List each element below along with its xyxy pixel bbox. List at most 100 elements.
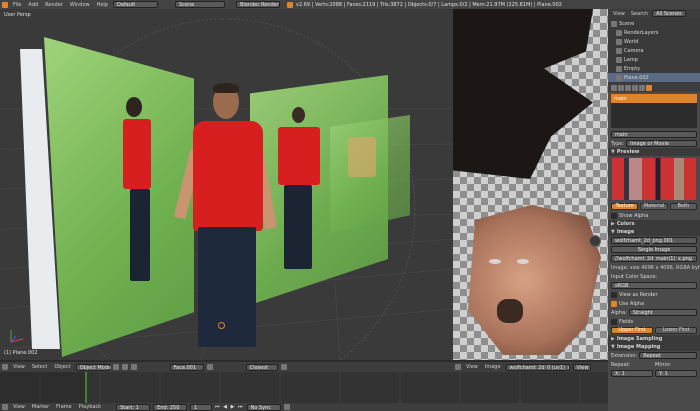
- pivot-icon[interactable]: [121, 364, 128, 370]
- snap-target-select[interactable]: Closest: [245, 363, 278, 371]
- render-tab-icon[interactable]: [611, 84, 617, 91]
- checkbox-icon[interactable]: [611, 212, 617, 219]
- layout-selector[interactable]: Default: [113, 1, 158, 8]
- menu-file[interactable]: File: [11, 2, 23, 8]
- person-side-legs: [130, 189, 150, 281]
- scene-selector[interactable]: Scene: [175, 1, 225, 8]
- upper-first-button[interactable]: Upper First: [611, 327, 653, 334]
- layer-field[interactable]: Face.001: [169, 363, 204, 371]
- outliner-filter[interactable]: All Scenes: [652, 10, 686, 17]
- view-mode-select[interactable]: View: [572, 363, 591, 371]
- playback-controls[interactable]: ⏮ ◀ ▶ ⏭: [215, 404, 243, 410]
- menu-marker[interactable]: Marker: [30, 404, 51, 410]
- texture-slot-empty[interactable]: [611, 112, 697, 121]
- person-ghost-shirt: [348, 137, 376, 177]
- editor-type-icon[interactable]: [2, 404, 8, 410]
- image-sampling-header[interactable]: ▶ Image Sampling: [608, 335, 700, 343]
- editor-type-icon[interactable]: [2, 364, 8, 370]
- image-plane-left[interactable]: [44, 37, 194, 357]
- outliner-tab-search[interactable]: Search: [629, 11, 650, 17]
- outliner-item[interactable]: Lamp: [608, 55, 700, 64]
- show-alpha-row[interactable]: Show Alpha: [608, 211, 700, 220]
- menu-window[interactable]: Window: [68, 2, 92, 8]
- object-tab-icon[interactable]: [632, 84, 638, 91]
- menu-help[interactable]: Help: [95, 2, 110, 8]
- image-header[interactable]: ▼ Image: [608, 228, 700, 236]
- end-frame-field[interactable]: End: 250: [153, 403, 188, 411]
- menu-view[interactable]: View: [11, 404, 27, 410]
- repeat-x-field[interactable]: X: 1: [611, 370, 653, 377]
- scene-tab-icon[interactable]: [618, 84, 624, 91]
- texture-type-select[interactable]: Image or Movie: [626, 140, 697, 147]
- image-source-select[interactable]: Single Image: [611, 246, 697, 253]
- preview-header[interactable]: ▼ Preview: [608, 148, 700, 156]
- texture-slot[interactable]: main: [611, 94, 697, 103]
- view-render-row[interactable]: View as Render: [608, 290, 700, 299]
- editor-type-icon[interactable]: [455, 364, 461, 370]
- texture-name-field[interactable]: main: [611, 131, 697, 138]
- fields-row[interactable]: Fields: [608, 317, 700, 326]
- world-tab-icon[interactable]: [625, 84, 631, 91]
- texture-tab-icon[interactable]: [646, 84, 652, 91]
- blender-logo-icon[interactable]: [2, 1, 8, 8]
- menu-object[interactable]: Object: [52, 364, 72, 370]
- outliner-item[interactable]: Camera: [608, 46, 700, 55]
- texture-slot-empty[interactable]: [611, 103, 697, 112]
- mode-selector[interactable]: Object Mode: [75, 363, 111, 371]
- outliner-item[interactable]: RenderLayers: [608, 28, 700, 37]
- outliner-item[interactable]: Empty: [608, 64, 700, 73]
- outliner-tab-view[interactable]: View: [611, 11, 627, 17]
- menu-view[interactable]: View: [464, 364, 480, 370]
- material-tab-icon[interactable]: [639, 84, 645, 91]
- world-icon: [616, 38, 622, 45]
- sync-mode-select[interactable]: No Sync: [246, 403, 281, 411]
- uv-image-editor[interactable]: [453, 9, 608, 360]
- render-engine-selector[interactable]: Blender Render: [236, 1, 280, 8]
- manipulator-icon[interactable]: [130, 364, 137, 370]
- menu-view[interactable]: View: [11, 364, 27, 370]
- preview-tab-texture[interactable]: Texture: [611, 203, 639, 210]
- render-icon[interactable]: [280, 364, 287, 370]
- use-alpha-row[interactable]: Use Alpha: [608, 299, 700, 308]
- preview-tab-material[interactable]: Material: [640, 203, 668, 210]
- menu-select[interactable]: Select: [30, 364, 49, 370]
- person-back-legs: [284, 185, 312, 269]
- shading-icon[interactable]: [112, 364, 119, 370]
- color-space-select[interactable]: sRGB: [611, 282, 697, 289]
- image-datablock[interactable]: wolfchamt_2d_png.001: [611, 237, 697, 244]
- preview-tab-both[interactable]: Both: [669, 203, 697, 210]
- image-mapping-header[interactable]: ▼ Image Mapping: [608, 343, 700, 351]
- image-browse-field[interactable]: wolfchamt_2d_0 (uv1)_x_png: [505, 363, 570, 371]
- menu-add[interactable]: Add: [26, 2, 40, 8]
- alpha-mode-select[interactable]: Straight: [628, 309, 697, 316]
- field-order-row: Upper First Lower First: [608, 326, 700, 335]
- menu-render[interactable]: Render: [43, 2, 65, 8]
- keying-icon[interactable]: [283, 404, 290, 410]
- outliner-item[interactable]: Plane.002: [608, 73, 700, 82]
- extension-select[interactable]: Repeat: [639, 352, 697, 359]
- lower-first-button[interactable]: Lower First: [655, 327, 697, 334]
- model-shirt[interactable]: [193, 121, 263, 231]
- texture-slot-list[interactable]: main: [611, 94, 697, 128]
- camera-icon: [616, 47, 622, 54]
- menu-frame[interactable]: Frame: [54, 404, 74, 410]
- image-filepath-field[interactable]: //wolfchamt_2d_main(1)_x.png: [611, 255, 697, 262]
- checkbox-icon[interactable]: [611, 318, 617, 325]
- outliner-item[interactable]: World: [608, 37, 700, 46]
- current-frame-field[interactable]: 1: [190, 403, 213, 411]
- expand-icon: ▼: [611, 149, 615, 155]
- repeat-y-field[interactable]: Y: 1: [655, 370, 697, 377]
- layers-icon[interactable]: [206, 364, 213, 370]
- checkbox-checked-icon[interactable]: [611, 300, 617, 307]
- uv-nav-widget[interactable]: [589, 235, 601, 247]
- outliner-item[interactable]: Scene: [608, 19, 700, 28]
- origin-marker: [218, 322, 225, 329]
- menu-playback[interactable]: Playback: [77, 404, 103, 410]
- model-legs[interactable]: [198, 227, 256, 347]
- colors-header[interactable]: ▶ Colors: [608, 220, 700, 228]
- 3d-viewport[interactable]: User Persp (1) Plane.002: [0, 9, 453, 360]
- start-frame-field[interactable]: Start: 1: [116, 403, 151, 411]
- checkbox-icon[interactable]: [611, 291, 617, 298]
- timeline[interactable]: [0, 372, 608, 403]
- menu-image[interactable]: Image: [483, 364, 503, 370]
